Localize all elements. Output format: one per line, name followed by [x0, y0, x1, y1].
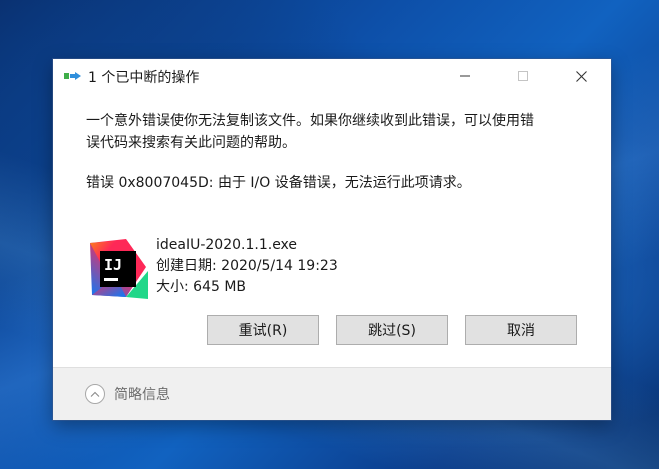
less-details-toggle[interactable]: 简略信息 [85, 383, 170, 405]
retry-button[interactable]: 重试(R) [207, 315, 319, 345]
minimize-icon [460, 75, 470, 77]
close-button[interactable] [558, 59, 604, 93]
chevron-up-icon [85, 384, 105, 404]
skip-button[interactable]: 跳过(S) [336, 315, 448, 345]
file-size: 大小: 645 MB [156, 279, 247, 295]
error-description-line-2: 误代码来搜索有关此问题的帮助。 [86, 135, 296, 151]
minimize-button[interactable] [442, 59, 488, 93]
file-transfer-icon [64, 72, 81, 80]
copy-error-dialog: 1 个已中断的操作 一个意外错误使你无法复制该文件。如果你继续收到此错误，可以使… [53, 59, 611, 420]
file-name: ideaIU-2020.1.1.exe [156, 237, 298, 253]
error-code-message: 错误 0x8007045D: 由于 I/O 设备错误，无法运行此项请求。 [86, 175, 471, 191]
window-title: 1 个已中断的操作 [88, 70, 200, 86]
file-info: ideaIU-2020.1.1.exe 创建日期: 2020/5/14 19:2… [156, 235, 338, 298]
dialog-footer: 简略信息 [53, 367, 611, 420]
svg-text:IJ: IJ [104, 256, 122, 274]
cancel-button[interactable]: 取消 [465, 315, 577, 345]
close-icon [575, 70, 587, 82]
file-details: IJ ideaIU-2020.1.1.exe 创建日期: 2020/5/14 1… [86, 235, 386, 301]
less-details-label: 简略信息 [114, 387, 170, 403]
error-description: 一个意外错误使你无法复制该文件。如果你继续收到此错误，可以使用错 误代码来搜索有关… [86, 110, 586, 154]
maximize-button [500, 59, 546, 93]
title-bar[interactable]: 1 个已中断的操作 [53, 59, 611, 93]
message-area: 一个意外错误使你无法复制该文件。如果你继续收到此错误，可以使用错 误代码来搜索有关… [86, 110, 586, 194]
error-description-line-1: 一个意外错误使你无法复制该文件。如果你继续收到此错误，可以使用错 [86, 113, 534, 129]
maximize-icon [518, 71, 528, 81]
intellij-idea-icon: IJ [90, 239, 148, 299]
file-created-date: 创建日期: 2020/5/14 19:23 [156, 258, 338, 274]
